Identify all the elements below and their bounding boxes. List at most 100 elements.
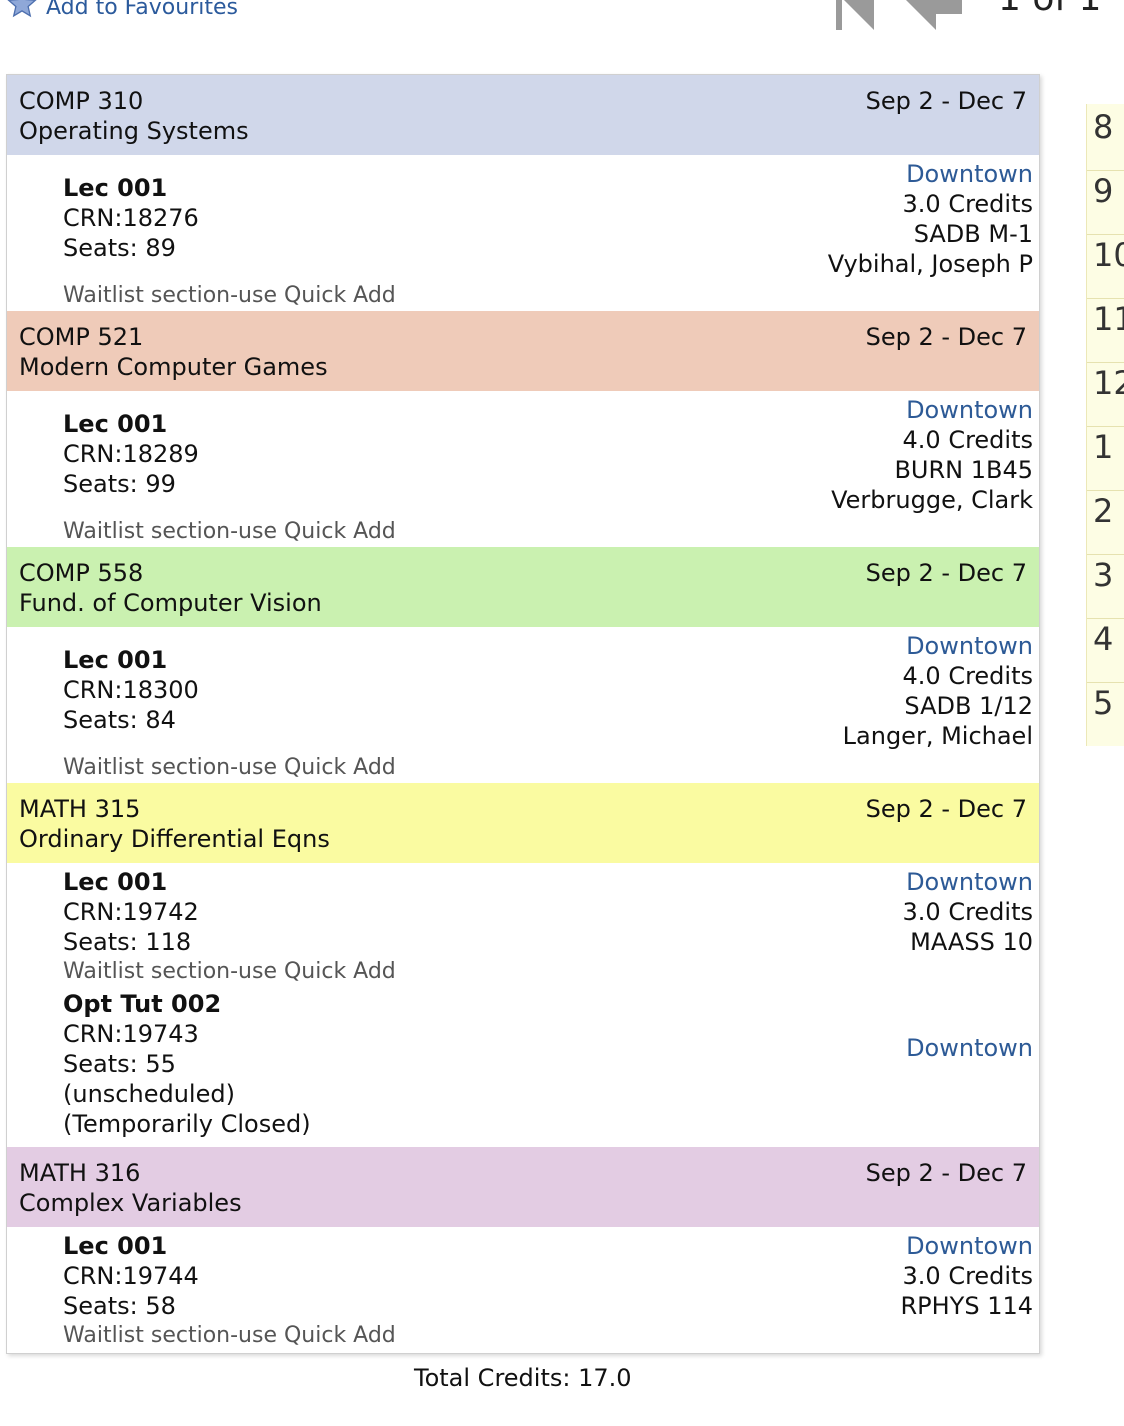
section-row[interactable]: Lec 001 CRN:18300 Seats: 84 Downtown 4.0… — [7, 627, 1039, 783]
campus-link[interactable]: Downtown — [831, 395, 1033, 425]
hour-label: 2 — [1093, 492, 1114, 530]
section-seats: Seats: 84 — [63, 706, 176, 734]
course-block: COMP 310 Operating Systems Sep 2 - Dec 7… — [7, 75, 1039, 311]
section-credits: 4.0 Credits — [902, 426, 1033, 454]
course-dates: Sep 2 - Dec 7 — [865, 1159, 1027, 1187]
course-block: MATH 315 Ordinary Differential Eqns Sep … — [7, 783, 1039, 1147]
course-title: Complex Variables — [19, 1189, 242, 1217]
section-row[interactable]: Opt Tut 002 CRN:19743 Seats: 55 (unsched… — [7, 987, 1039, 1147]
course-code: COMP 558 — [19, 559, 144, 587]
course-code: MATH 316 — [19, 1159, 141, 1187]
section-room: SADB M-1 — [913, 220, 1033, 248]
course-block: COMP 558 Fund. of Computer Vision Sep 2 … — [7, 547, 1039, 783]
section-type: Lec 001 — [63, 174, 168, 202]
section-seats: Seats: 58 — [63, 1292, 176, 1320]
hour-label: 4 — [1093, 620, 1114, 658]
add-to-favourites-link[interactable]: Add to Favourites — [6, 0, 238, 26]
add-to-favourites-label: Add to Favourites — [46, 0, 238, 20]
hour-label: 11 — [1093, 300, 1124, 338]
course-code: COMP 521 — [19, 323, 144, 351]
section-row[interactable]: Lec 001 CRN:19744 Seats: 58 Downtown 3.0… — [7, 1227, 1039, 1353]
campus-link[interactable]: Downtown — [828, 159, 1033, 189]
section-row[interactable]: Lec 001 CRN:18289 Seats: 99 Downtown 4.0… — [7, 391, 1039, 547]
course-header[interactable]: COMP 310 Operating Systems Sep 2 - Dec 7 — [7, 75, 1039, 155]
course-title: Operating Systems — [19, 117, 249, 145]
course-header[interactable]: COMP 558 Fund. of Computer Vision Sep 2 … — [7, 547, 1039, 627]
first-page-icon[interactable] — [836, 0, 876, 34]
hour-divider — [1087, 618, 1124, 619]
hour-divider — [1087, 362, 1124, 363]
waitlist-note: Waitlist section-use Quick Add — [63, 1323, 396, 1348]
previous-page-icon[interactable] — [906, 0, 962, 34]
course-dates: Sep 2 - Dec 7 — [865, 87, 1027, 115]
course-results-panel: COMP 310 Operating Systems Sep 2 - Dec 7… — [6, 74, 1040, 1354]
waitlist-note: Waitlist section-use Quick Add — [63, 959, 396, 984]
section-instructor: Verbrugge, Clark — [831, 486, 1033, 514]
section-type: Lec 001 — [63, 1232, 168, 1260]
hour-label: 1 — [1093, 428, 1114, 466]
campus-link[interactable]: Downtown — [900, 1231, 1033, 1261]
course-code: MATH 315 — [19, 795, 141, 823]
toolbar: Add to Favourites 1 of 1 — [0, 0, 1124, 40]
course-header[interactable]: COMP 521 Modern Computer Games Sep 2 - D… — [7, 311, 1039, 391]
course-block: COMP 521 Modern Computer Games Sep 2 - D… — [7, 311, 1039, 547]
course-header[interactable]: MATH 316 Complex Variables Sep 2 - Dec 7 — [7, 1147, 1039, 1227]
section-note-unscheduled: (unscheduled) — [63, 1080, 235, 1108]
course-header[interactable]: MATH 315 Ordinary Differential Eqns Sep … — [7, 783, 1039, 863]
hour-label: 10 — [1093, 236, 1124, 274]
section-room: MAASS 10 — [910, 928, 1033, 956]
campus-link[interactable]: Downtown — [843, 631, 1033, 661]
total-credits: Total Credits: 17.0 — [414, 1364, 632, 1392]
course-title: Modern Computer Games — [19, 353, 328, 381]
hour-label: 9 — [1093, 172, 1114, 210]
section-crn: CRN:19742 — [63, 898, 199, 926]
waitlist-note: Waitlist section-use Quick Add — [63, 519, 396, 544]
hour-divider — [1087, 554, 1124, 555]
hour-divider — [1087, 170, 1124, 171]
section-seats: Seats: 118 — [63, 928, 192, 956]
calendar-hours-column: 8 9 10 11 12 1 2 3 4 5 — [1086, 104, 1124, 746]
section-crn: CRN:19743 — [63, 1020, 199, 1048]
waitlist-note: Waitlist section-use Quick Add — [63, 283, 396, 308]
course-block: MATH 316 Complex Variables Sep 2 - Dec 7… — [7, 1147, 1039, 1353]
section-credits: 3.0 Credits — [902, 898, 1033, 926]
section-type: Lec 001 — [63, 646, 168, 674]
section-note-closed: (Temporarily Closed) — [63, 1110, 311, 1138]
campus-link[interactable]: Downtown — [906, 1033, 1033, 1063]
section-row[interactable]: Lec 001 CRN:18276 Seats: 89 Downtown 3.0… — [7, 155, 1039, 311]
hour-label: 12 — [1093, 364, 1124, 402]
section-room: RPHYS 114 — [900, 1292, 1033, 1320]
section-credits: 4.0 Credits — [902, 662, 1033, 690]
section-seats: Seats: 89 — [63, 234, 176, 262]
section-crn: CRN:18300 — [63, 676, 199, 704]
section-instructor: Vybihal, Joseph P — [827, 250, 1033, 278]
section-room: BURN 1B45 — [894, 456, 1033, 484]
section-room: SADB 1/12 — [904, 692, 1033, 720]
section-instructor: Langer, Michael — [842, 722, 1033, 750]
course-title: Ordinary Differential Eqns — [19, 825, 330, 853]
course-dates: Sep 2 - Dec 7 — [865, 323, 1027, 351]
hour-label: 3 — [1093, 556, 1114, 594]
page-indicator: 1 of 1 — [998, 0, 1101, 19]
course-code: COMP 310 — [19, 87, 144, 115]
course-dates: Sep 2 - Dec 7 — [865, 795, 1027, 823]
campus-link[interactable]: Downtown — [903, 867, 1033, 897]
section-crn: CRN:18276 — [63, 204, 199, 232]
hour-label: 8 — [1093, 108, 1114, 146]
waitlist-note: Waitlist section-use Quick Add — [63, 755, 396, 780]
hour-divider — [1087, 490, 1124, 491]
hour-divider — [1087, 234, 1124, 235]
section-type: Lec 001 — [63, 868, 168, 896]
hour-divider — [1087, 426, 1124, 427]
section-seats: Seats: 99 — [63, 470, 176, 498]
section-credits: 3.0 Credits — [902, 190, 1033, 218]
section-seats: Seats: 55 — [63, 1050, 176, 1078]
section-crn: CRN:18289 — [63, 440, 199, 468]
section-row[interactable]: Lec 001 CRN:19742 Seats: 118 Downtown 3.… — [7, 863, 1039, 987]
section-type: Opt Tut 002 — [63, 990, 222, 1018]
star-icon — [6, 0, 46, 26]
hour-divider — [1087, 682, 1124, 683]
course-dates: Sep 2 - Dec 7 — [865, 559, 1027, 587]
section-type: Lec 001 — [63, 410, 168, 438]
course-title: Fund. of Computer Vision — [19, 589, 322, 617]
